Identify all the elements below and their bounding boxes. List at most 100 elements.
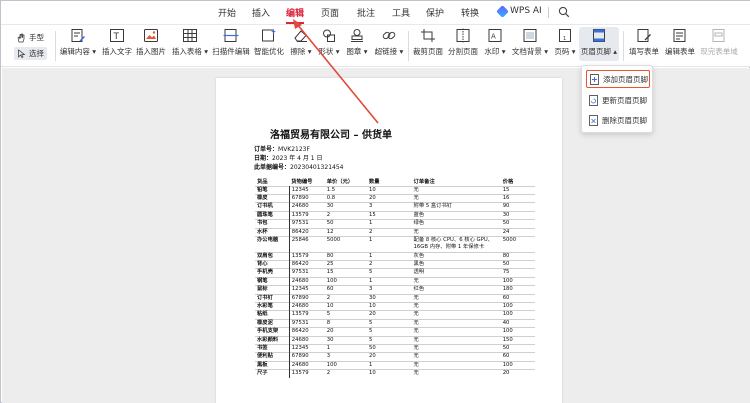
table-cell: 1 (366, 235, 412, 253)
svg-text:A: A (491, 33, 496, 41)
document-background-button[interactable]: 文档背景 ▾ (511, 28, 549, 57)
table-cell: 书签 (255, 343, 290, 353)
hand-tool-button[interactable]: 手型 (16, 32, 44, 43)
table-cell: 书包 (255, 219, 290, 229)
menu-tab-convert[interactable]: 转换 (461, 6, 479, 19)
table-cell: 红色 (411, 285, 501, 295)
table-row: 书包 97531 50 1 绿色 50 (255, 219, 535, 229)
table-cell: 2 (366, 259, 412, 269)
menu-tab-home[interactable]: 开始 (218, 6, 236, 19)
add-header-footer-item[interactable]: 添加页眉页脚 (586, 70, 650, 88)
hyperlink-button[interactable]: 超链接 ▾ (372, 28, 406, 57)
table-cell: 无 (411, 301, 501, 311)
insert-table-button[interactable]: 插入表格 ▾ (171, 28, 209, 57)
menu-wps-ai[interactable]: WPS AI (496, 4, 542, 18)
document-page[interactable]: 洛福贸易有限公司 – 供货单 订单号：MVK2123F 日期：2023 年 4 … (216, 78, 562, 403)
table-row: 水彩笔 24680 10 10 无 100 (255, 301, 535, 311)
table-cell: 背心 (255, 259, 290, 269)
table-cell: 1 (366, 360, 412, 370)
table-cell: 灰色 (411, 251, 501, 261)
split-page-icon (456, 28, 470, 43)
select-tool-button[interactable]: 选择 (14, 47, 47, 60)
toolbar-separator (55, 31, 56, 61)
table-cell: 无 (411, 227, 501, 237)
fill-form-button[interactable]: 填写表单 (628, 28, 660, 57)
page-number-button[interactable]: 1 页码 ▾ (552, 28, 578, 57)
table-row: 双肩包 13579 80 1 灰色 80 (255, 251, 535, 261)
table-row: 黑板 24680 100 1 无 100 (255, 360, 535, 370)
table-cell: 2 (366, 227, 412, 237)
crop-page-button[interactable]: 裁剪页面 (412, 28, 444, 57)
table-cell: 30 (500, 210, 535, 220)
table-cell: 67890 (289, 193, 325, 203)
erase-button[interactable]: 擦除 ▾ (288, 28, 314, 57)
menu-tab-insert[interactable]: 插入 (252, 6, 270, 19)
table-cell: 2 (324, 210, 367, 220)
table-cell: 100 (500, 310, 535, 320)
table-cell: 1 (366, 251, 412, 261)
menu-tab-protect[interactable]: 保护 (426, 6, 444, 19)
scan-edit-button[interactable]: 扫描件编辑 (212, 28, 250, 57)
insert-table-label: 插入表格 (171, 47, 202, 56)
table-cell: 无 (411, 193, 501, 203)
table-cell: 20 (366, 193, 412, 203)
table-cell: 12345 (289, 185, 325, 195)
smart-optimize-button[interactable]: 智能优化 (254, 28, 284, 57)
table-cell: 1 (324, 343, 367, 353)
page-number-icon: 1 (559, 29, 571, 42)
stamp-button[interactable]: 图章 ▾ (344, 28, 370, 57)
select-tool-label: 选择 (29, 49, 44, 58)
table-cell: 钢笔 (255, 276, 290, 286)
table-cell: 蓝色 (411, 210, 501, 220)
table-cell: 手机支架 (255, 327, 290, 337)
table-cell: 1.5 (324, 185, 367, 195)
insert-image-label: 插入图片 (136, 47, 166, 56)
menu-tab-comment[interactable]: 批注 (357, 6, 375, 19)
table-cell: 5 (366, 318, 412, 328)
edit-content-icon (71, 29, 85, 42)
table-cell: 透明 (411, 268, 501, 278)
split-page-button[interactable]: 分割页面 (447, 28, 479, 57)
table-cell: 尺子 (255, 369, 290, 378)
reference-number-line: 此单据编号：20230401321454 (254, 162, 343, 171)
table-cell: 无 (411, 360, 501, 370)
edit-toolbar: 手型 选择 编辑内容 ▾ T 插入文字 插入图片 插入表格 ▾ 扫描件编辑 智能… (1, 25, 750, 67)
menu-tab-tools[interactable]: 工具 (392, 6, 410, 19)
table-cell: 5 (366, 268, 412, 278)
table-cell: 无 (411, 318, 501, 328)
table-row: 订书机 24680 30 3 附带 5 盒订书钉 90 (255, 202, 535, 212)
table-cell: 20 (324, 327, 367, 337)
header-footer-dropdown: 添加页眉页脚 更新页眉页脚 删除页眉页脚 (581, 65, 653, 133)
update-header-footer-item[interactable]: 更新页眉页脚 (586, 91, 650, 109)
table-cell: 无 (411, 185, 501, 195)
table-cell: 13579 (289, 251, 325, 261)
table-row: 订书钉 67890 2 30 无 60 (255, 293, 535, 303)
menu-tab-page[interactable]: 页面 (321, 6, 339, 19)
menu-tab-edit[interactable]: 编辑 (286, 6, 305, 24)
table-cell: 13579 (289, 310, 325, 320)
toolbar-separator (623, 31, 624, 61)
shape-button[interactable]: 形状 ▾ (316, 28, 342, 57)
date-line: 日期：2023 年 4 月 1 日 (254, 153, 322, 162)
insert-image-button[interactable]: 插入图片 (136, 28, 166, 57)
form-field-button[interactable]: 现完表单域 (699, 28, 739, 57)
table-cell: 5 (366, 335, 412, 345)
table-cell: 手机壳 (255, 268, 290, 278)
table-row: 手机支架 86420 20 5 无 100 (255, 327, 535, 337)
table-cell: 圆珠笔 (255, 210, 290, 220)
table-cell: 5 (366, 327, 412, 337)
delete-header-footer-item[interactable]: 删除页眉页脚 (586, 111, 650, 129)
search-icon[interactable] (558, 6, 570, 18)
date-value: 2023 年 4 月 1 日 (272, 155, 323, 162)
table-cell: 50 (500, 259, 535, 269)
insert-text-button[interactable]: T 插入文字 (102, 28, 132, 57)
watermark-button[interactable]: A 水印 ▾ (482, 28, 508, 57)
table-cell: 67890 (289, 293, 325, 303)
table-cell: 3 (366, 202, 412, 212)
table-cell: 20 (366, 352, 412, 362)
edit-form-button[interactable]: 编辑表单 (664, 28, 696, 57)
header-footer-button[interactable]: 页眉页脚 ▴ (579, 27, 619, 61)
table-cell: 100 (324, 276, 367, 286)
edit-content-button[interactable]: 编辑内容 ▾ (59, 28, 97, 57)
table-row: 水彩颜料 24680 30 5 无 150 (255, 335, 535, 345)
